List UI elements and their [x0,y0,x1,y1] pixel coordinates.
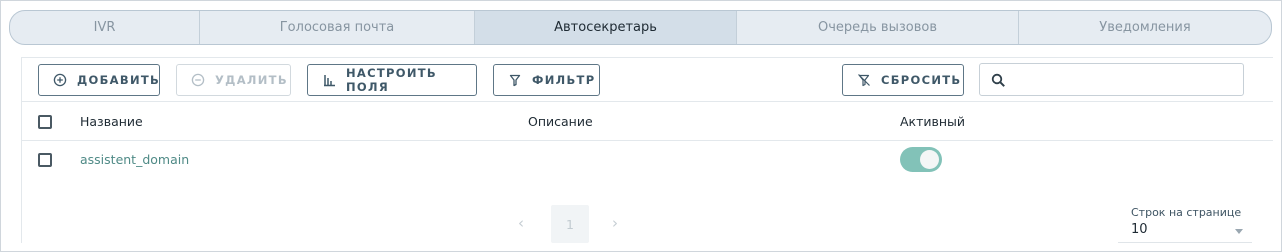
table-top-divider [22,101,1273,102]
rows-per-page-value: 10 [1131,222,1148,237]
rows-per-page-select[interactable]: 10 [1118,221,1252,243]
delete-button[interactable]: УДАЛИТЬ [176,64,291,96]
reset-button[interactable]: СБРОСИТЬ [842,64,964,96]
chevron-down-icon [1235,229,1243,234]
tab-bar: IVR Голосовая почта Автосекретарь Очеред… [9,10,1272,45]
tab-voicemail[interactable]: Голосовая почта [200,11,475,44]
columns-icon [322,73,336,87]
filter-icon [508,73,522,87]
search-icon [991,73,1006,92]
filter-button-label: ФИЛЬТР [532,73,596,87]
toggle-knob [920,150,939,169]
tab-notifications[interactable]: Уведомления [1019,11,1271,44]
row-name-link[interactable]: assistent_domain [80,152,189,167]
select-all-checkbox[interactable] [38,115,52,129]
row-checkbox[interactable] [38,153,52,167]
table-header-divider [22,140,1273,141]
configure-fields-button[interactable]: НАСТРОИТЬ ПОЛЯ [307,64,477,96]
tab-ivr[interactable]: IVR [10,11,200,44]
rows-per-page-label: Строк на странице [1131,206,1242,219]
active-toggle[interactable] [900,147,942,172]
filter-button[interactable]: ФИЛЬТР [493,64,600,96]
delete-button-label: УДАЛИТЬ [215,73,288,87]
reset-filter-icon [857,73,871,87]
next-page-icon[interactable]: › [612,214,618,232]
prev-page-icon[interactable]: ‹ [518,214,524,232]
add-circle-icon [53,73,67,87]
remove-circle-icon [191,73,205,87]
page-number-button[interactable]: 1 [551,205,589,243]
tab-auto-attendant[interactable]: Автосекретарь [475,11,737,44]
configure-fields-button-label: НАСТРОИТЬ ПОЛЯ [346,66,437,94]
add-button-label: ДОБАВИТЬ [77,73,161,87]
column-header-name[interactable]: Название [80,114,143,129]
column-header-description[interactable]: Описание [528,114,593,129]
column-header-active[interactable]: Активный [900,114,965,129]
tab-call-queue[interactable]: Очередь вызовов [737,11,1019,44]
reset-button-label: СБРОСИТЬ [881,73,962,87]
add-button[interactable]: ДОБАВИТЬ [38,64,160,96]
search-input[interactable] [979,63,1244,96]
